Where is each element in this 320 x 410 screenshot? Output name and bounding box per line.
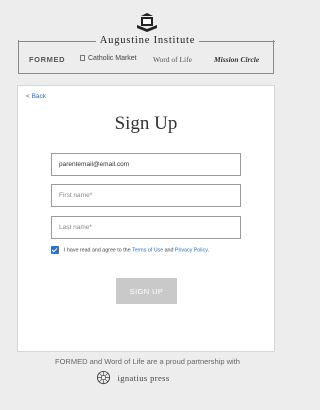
partner-word-of-life-logo[interactable]: Word of Life bbox=[153, 55, 192, 64]
ignatius-emblem-icon bbox=[96, 371, 111, 385]
back-link[interactable]: < Back bbox=[26, 93, 46, 100]
partnership-text: FORMED and Word of Life are a proud part… bbox=[55, 357, 240, 366]
partner-catholic-market-logo[interactable]: Catholic Market bbox=[80, 55, 137, 62]
ignatius-press-logo[interactable]: ignatius press bbox=[96, 369, 170, 385]
partner-mission-circle-logo[interactable]: Mission Circle bbox=[214, 55, 259, 64]
signup-card: < Back Sign Up I have read and agree to … bbox=[17, 85, 275, 352]
agree-text-conjunction: and bbox=[163, 247, 175, 254]
last-name-field[interactable] bbox=[51, 216, 241, 239]
site-header: Augustine Institute FORMED Catholic Mark… bbox=[0, 0, 295, 80]
agree-checkbox[interactable] bbox=[51, 246, 59, 254]
email-field[interactable] bbox=[51, 153, 241, 176]
augustine-institute-logo-icon bbox=[137, 13, 157, 32]
agree-row: I have read and agree to the Terms of Us… bbox=[51, 246, 266, 254]
privacy-policy-link[interactable]: Privacy Policy bbox=[175, 247, 208, 253]
sign-up-button[interactable]: SIGN UP bbox=[116, 278, 177, 304]
ignatius-press-wordmark: ignatius press bbox=[117, 372, 170, 383]
agree-text-suffix: . bbox=[207, 247, 209, 254]
agree-text-prefix: I have read and agree to the bbox=[64, 247, 132, 254]
bag-icon bbox=[80, 55, 85, 61]
partner-formed-logo[interactable]: FORMED bbox=[29, 55, 65, 64]
page-title: Sign Up bbox=[114, 113, 178, 134]
first-name-field[interactable] bbox=[51, 184, 241, 207]
terms-of-use-link[interactable]: Terms of Use bbox=[132, 247, 163, 253]
